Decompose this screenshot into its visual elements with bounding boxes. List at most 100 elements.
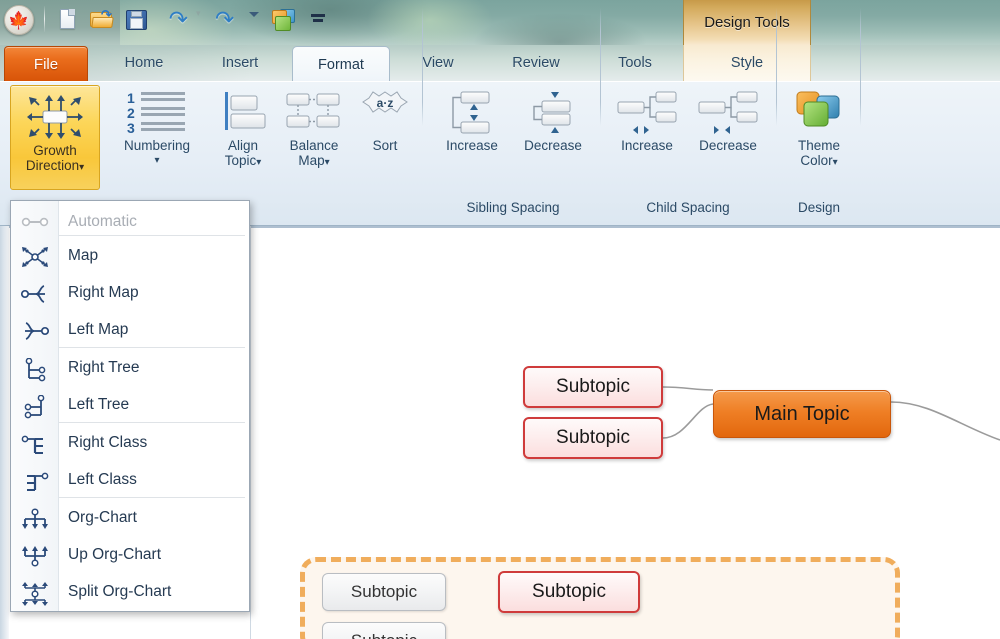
save-floppy-icon[interactable] bbox=[124, 6, 150, 34]
sibling-decrease-button[interactable]: Decrease bbox=[517, 88, 589, 153]
svg-text:2: 2 bbox=[127, 105, 135, 121]
open-folder-icon[interactable]: ↷ bbox=[89, 6, 115, 34]
subtopic-boundary-red-label: Subtopic bbox=[532, 581, 606, 602]
sort-button[interactable]: a·z Sort bbox=[358, 88, 412, 153]
sibling-increase-button[interactable]: Increase bbox=[437, 88, 507, 153]
tab-format-label: Format bbox=[318, 56, 364, 73]
growth-direction-label-2-row: Direction▾ bbox=[26, 158, 84, 175]
growth-direction-menu[interactable]: Automatic Map Right Map Left Map Right T… bbox=[10, 200, 250, 612]
align-topic-icon bbox=[215, 88, 271, 138]
svg-text:a·z: a·z bbox=[377, 96, 394, 110]
menu-item-up-org-chart[interactable]: Up Org-Chart bbox=[11, 536, 251, 573]
sort-label: Sort bbox=[372, 138, 398, 153]
menu-item-org-chart[interactable]: Org-Chart bbox=[11, 499, 251, 536]
menu-item-right-class[interactable]: Right Class bbox=[11, 424, 251, 461]
right-tree-icon bbox=[11, 349, 59, 386]
balance-map-dropdown-icon[interactable]: ▾ bbox=[325, 157, 330, 168]
left-class-icon bbox=[11, 461, 59, 498]
menu-item-map[interactable]: Map bbox=[11, 237, 251, 274]
balance-map-icon bbox=[283, 88, 345, 138]
menu-item-right-map-label: Right Map bbox=[68, 283, 139, 301]
group-separator-4 bbox=[860, 8, 861, 126]
menu-separator-4 bbox=[59, 497, 245, 498]
menu-item-right-map[interactable]: Right Map bbox=[11, 274, 251, 311]
tab-style[interactable]: Style bbox=[683, 45, 811, 81]
subtopic-upper-1[interactable]: Subtopic bbox=[523, 366, 663, 408]
tab-format[interactable]: Format bbox=[292, 46, 390, 82]
child-increase-icon bbox=[616, 88, 678, 138]
redo-dropdown-icon[interactable] bbox=[249, 12, 259, 17]
tab-review-label: Review bbox=[512, 55, 560, 71]
growth-direction-dropdown-icon[interactable]: ▾ bbox=[79, 162, 84, 173]
menu-item-left-tree-label: Left Tree bbox=[68, 395, 130, 413]
align-topic-dropdown-icon[interactable]: ▾ bbox=[256, 157, 261, 168]
tab-tools[interactable]: Tools bbox=[594, 45, 676, 81]
group-separator-1 bbox=[422, 8, 423, 126]
balance-map-label-2-row: Map▾ bbox=[298, 153, 329, 170]
main-topic[interactable]: Main Topic bbox=[713, 390, 891, 438]
maple-leaf-app-orb[interactable]: 🍁 bbox=[4, 5, 34, 35]
customize-toolbar-icon[interactable] bbox=[308, 8, 330, 36]
subtopic-boundary-gray-1[interactable]: Subtopic bbox=[322, 573, 446, 611]
maple-leaf-icon: 🍁 bbox=[8, 10, 30, 30]
main-topic-label: Main Topic bbox=[754, 402, 850, 425]
redo-arrow-icon[interactable]: ↷ bbox=[215, 6, 243, 34]
tab-file[interactable]: File bbox=[4, 46, 88, 81]
balance-map-button[interactable]: Balance Map▾ bbox=[278, 88, 350, 170]
sibling-decrease-label: Decrease bbox=[524, 138, 582, 153]
menu-item-right-tree[interactable]: Right Tree bbox=[11, 349, 251, 386]
tab-insert[interactable]: Insert bbox=[196, 45, 284, 81]
tab-file-label: File bbox=[33, 55, 59, 73]
menu-item-left-tree[interactable]: Left Tree bbox=[11, 386, 251, 423]
menu-separator-1 bbox=[59, 235, 245, 236]
subtopic-boundary-gray-2[interactable]: Subtopic bbox=[322, 622, 446, 639]
theme-color-dropdown-icon[interactable]: ▾ bbox=[833, 157, 838, 168]
balance-map-label-2: Map bbox=[298, 153, 325, 168]
group-separator-2 bbox=[600, 8, 601, 126]
numbering-label: Numbering bbox=[123, 138, 191, 153]
theme-color-icon bbox=[793, 88, 845, 138]
child-decrease-icon bbox=[697, 88, 759, 138]
split-org-chart-icon bbox=[11, 573, 59, 610]
group-label-design: Design bbox=[797, 200, 841, 215]
child-decrease-button[interactable]: Decrease bbox=[692, 88, 764, 153]
layers-icon[interactable] bbox=[270, 7, 300, 35]
title-bar: 🍁 ↷ ↶ ▾ ↷ Design Tools bbox=[0, 0, 1000, 45]
map-direction-icon bbox=[11, 237, 59, 274]
subtopic-boundary-red[interactable]: Subtopic bbox=[498, 571, 640, 613]
align-topic-button[interactable]: Align Topic▾ bbox=[208, 88, 278, 170]
right-map-icon bbox=[11, 274, 59, 311]
numbering-dropdown-icon[interactable]: ▾ bbox=[154, 153, 159, 168]
svg-text:1: 1 bbox=[127, 90, 135, 106]
menu-item-left-class-label: Left Class bbox=[68, 470, 137, 488]
subtopic-upper-2[interactable]: Subtopic bbox=[523, 417, 663, 459]
new-document-icon[interactable] bbox=[57, 6, 79, 34]
balance-map-label-1: Balance bbox=[289, 138, 339, 153]
undo-arrow-icon[interactable]: ↶ bbox=[160, 6, 188, 34]
menu-item-right-tree-label: Right Tree bbox=[68, 358, 140, 376]
org-chart-icon bbox=[11, 499, 59, 536]
menu-item-org-chart-label: Org-Chart bbox=[68, 508, 137, 526]
growth-direction-button[interactable]: Growth Direction▾ bbox=[10, 85, 100, 190]
align-topic-label-2-row: Topic▾ bbox=[225, 153, 262, 170]
tab-style-label: Style bbox=[730, 55, 764, 71]
tab-review[interactable]: Review bbox=[492, 45, 580, 81]
menu-separator-2 bbox=[59, 347, 245, 348]
undo-dropdown-icon[interactable]: ▾ bbox=[196, 8, 201, 19]
menu-item-split-org-chart-label: Split Org-Chart bbox=[68, 582, 172, 600]
numbering-button[interactable]: 1 2 3 Numbering ▾ bbox=[112, 88, 202, 168]
menu-item-left-class[interactable]: Left Class bbox=[11, 461, 251, 498]
right-class-icon bbox=[11, 424, 59, 461]
tab-home[interactable]: Home bbox=[100, 45, 188, 81]
tab-view[interactable]: View bbox=[398, 45, 478, 81]
child-increase-button[interactable]: Increase bbox=[612, 88, 682, 153]
numbering-icon: 1 2 3 bbox=[125, 88, 189, 138]
menu-item-split-org-chart[interactable]: Split Org-Chart bbox=[11, 573, 251, 610]
theme-color-button[interactable]: Theme Color▾ bbox=[788, 88, 850, 170]
quick-access-divider bbox=[44, 6, 45, 32]
growth-direction-label-1: Growth bbox=[33, 143, 77, 158]
sibling-decrease-icon bbox=[526, 88, 580, 138]
menu-item-left-map[interactable]: Left Map bbox=[11, 311, 251, 348]
sibling-increase-icon bbox=[445, 88, 499, 138]
tab-home-label: Home bbox=[124, 55, 164, 71]
